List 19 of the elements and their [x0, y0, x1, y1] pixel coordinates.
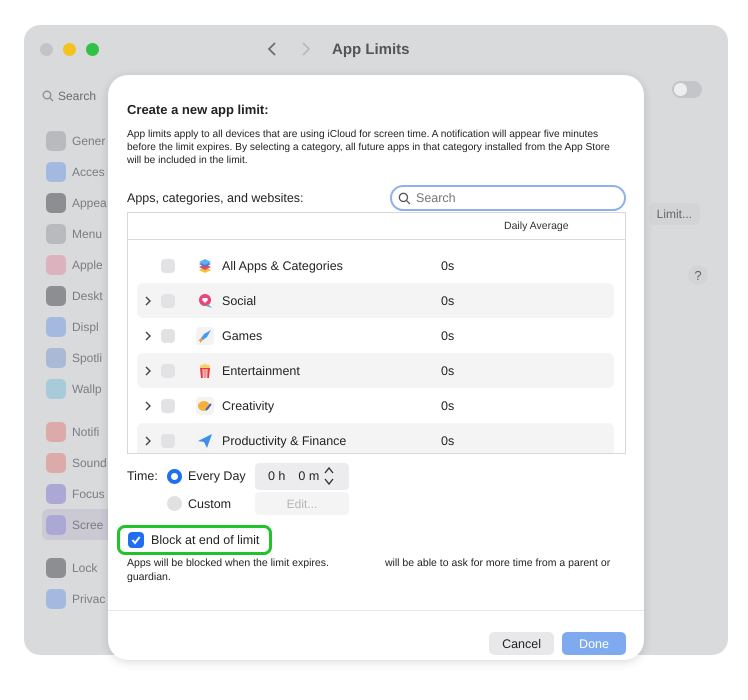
note-text: Apps will be blocked when the limit expires. will be able to ask for more time from a parent or guardian.: [127, 556, 612, 584]
category-name: Games: [222, 328, 264, 342]
daily-average: 0s: [441, 434, 454, 448]
category-name: Entertainment: [222, 364, 301, 378]
daily-average: 0s: [441, 364, 454, 378]
category-name: Social: [222, 294, 258, 308]
daily-average: 0s: [441, 328, 454, 342]
daily-average: 0s: [441, 294, 454, 308]
category-name: All Apps & Categories: [222, 258, 344, 272]
daily-average: 0s: [441, 258, 454, 272]
category-name: Creativity: [222, 398, 276, 412]
daily-average: 0s: [441, 398, 454, 412]
time-label: Time:: [127, 469, 159, 483]
list-label: Apps, categories, and websites:: [127, 191, 304, 205]
window-title: App Limits: [332, 40, 410, 58]
search-placeholder: Search: [58, 89, 96, 103]
category-name: Productivity & Finance: [222, 434, 348, 448]
dialog-title: Create a new app limit:: [127, 102, 270, 117]
description-text: App limits apply to all devices that are using iCloud for screen time. A notification will appear five minutes before the limit expires. By selecting a category, all future apps in that category installed from the App Store will be included in the limit.: [127, 128, 611, 167]
